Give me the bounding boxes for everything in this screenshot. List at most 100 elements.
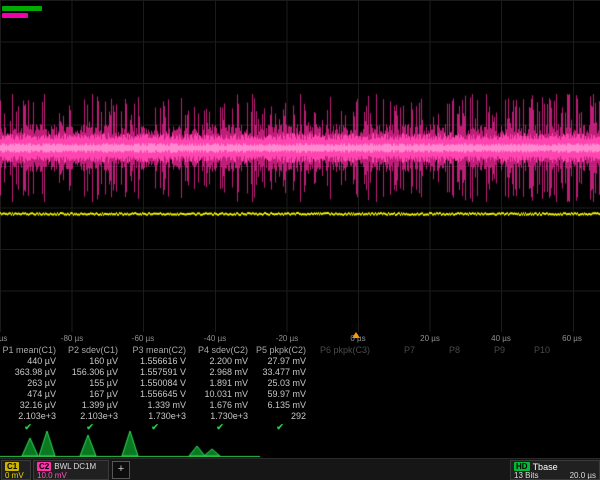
measure-header-cell[interactable]: P7 [376,345,421,356]
oscilloscope-screen: -100 µs -80 µs -60 µs -40 µs -20 µs 0 µs 20 µs… [0,0,600,480]
measure-value-cell [376,400,421,411]
measure-value-cell [421,356,466,367]
status-strip-green [2,6,42,11]
measure-header-cell[interactable]: P10 [511,345,556,356]
measure-value-cell: 33.477 mV [254,367,312,378]
time-label: -100 µs [0,334,7,343]
status-strip-magenta [2,13,28,18]
measure-header-cell[interactable]: P4 sdev(C2) [192,345,254,356]
time-label: -20 µs [276,334,298,343]
c2-chip: C2 [37,462,51,471]
channel-c1-descriptor[interactable]: C1 0 mV [1,460,31,480]
measure-value-cell [421,367,466,378]
add-trace-button[interactable]: + [112,461,130,479]
measure-value-cell: 2.103e+3 [62,411,124,422]
measure-value-cell: 25.03 mV [254,378,312,389]
time-label: -40 µs [204,334,226,343]
measure-row: 32.16 µV1.399 µV1.339 mV1.676 mV6.135 mV [0,400,600,411]
measure-value-cell [511,356,556,367]
measure-value-cell: 167 µV [62,389,124,400]
measure-value-cell: 27.97 mV [254,356,312,367]
timebase-bits: 13 Bits [514,471,538,480]
timebase-title-row: HD Tbase [514,462,596,471]
measure-value-cell [466,400,511,411]
measure-value-cell [511,389,556,400]
measure-value-cell [312,400,376,411]
measure-row: 2.103e+32.103e+31.730e+31.730e+3292 [0,411,600,422]
measure-header-row: P1 mean(C1)P2 sdev(C1)P3 mean(C2)P4 sdev… [0,345,600,356]
measure-value-cell [376,356,421,367]
measure-value-cell: 363.98 µV [0,367,62,378]
c2-scale: 10.0 mV [37,471,105,480]
measure-value-cell: 156.306 µV [62,367,124,378]
timebase-descriptor[interactable]: HD Tbase 13 Bits 20.0 µs [510,460,600,480]
measure-empty-cell [466,422,511,433]
measure-header-cell[interactable]: P3 mean(C2) [124,345,192,356]
measurement-table: P1 mean(C1)P2 sdev(C1)P3 mean(C2)P4 sdev… [0,345,600,433]
measure-rows: 440 µV160 µV1.556616 V2.200 mV27.97 mV36… [0,356,600,422]
measure-value-cell: 160 µV [62,356,124,367]
time-label: -80 µs [61,334,83,343]
measure-row: 474 µV167 µV1.556645 V10.031 mV59.97 mV [0,389,600,400]
measure-value-cell [376,378,421,389]
channel-c2-descriptor[interactable]: C2 BWL DC1M 10.0 mV [33,460,109,480]
time-label: 0 µs [350,334,365,343]
measure-value-cell: 2.200 mV [192,356,254,367]
measure-value-cell [511,400,556,411]
measure-header-cell[interactable]: P2 sdev(C1) [62,345,124,356]
measure-value-cell: 2.968 mV [192,367,254,378]
measure-value-cell [421,400,466,411]
measure-value-cell [466,389,511,400]
measure-value-cell [312,367,376,378]
timebase-detail-row: 13 Bits 20.0 µs [514,471,596,480]
c2-coupling-label: BWL DC1M [54,462,96,471]
c1-chip: C1 [5,462,19,471]
measure-empty-cell [376,422,421,433]
timebase-scale: 20.0 µs [570,471,596,480]
waveform-grid [0,0,600,332]
measure-value-cell [421,411,466,422]
time-label: -60 µs [132,334,154,343]
measure-header-cell[interactable]: P1 mean(C1) [0,345,62,356]
measure-row: 440 µV160 µV1.556616 V2.200 mV27.97 mV [0,356,600,367]
measure-value-cell: 1.339 mV [124,400,192,411]
measure-value-cell: 474 µV [0,389,62,400]
c1-row: C1 [5,462,27,471]
measure-value-cell: 1.556616 V [124,356,192,367]
time-label: 20 µs [420,334,440,343]
measure-value-cell [312,378,376,389]
measure-header-cell[interactable]: P9 [466,345,511,356]
measure-value-cell [466,378,511,389]
measure-value-cell: 1.550084 V [124,378,192,389]
measure-empty-cell [421,422,466,433]
measure-empty-cell [511,422,556,433]
measure-value-cell: 10.031 mV [192,389,254,400]
measure-value-cell: 440 µV [0,356,62,367]
measure-value-cell: 1.891 mV [192,378,254,389]
measure-header-cell[interactable]: P6 pkpk(C3) [312,345,376,356]
bottom-bar: C1 0 mV C2 BWL DC1M 10.0 mV + HD Tbase 1… [0,458,600,480]
measure-empty-cell [312,422,376,433]
waveform-canvas [0,0,600,332]
time-label: 60 µs [562,334,582,343]
measure-value-cell: 59.97 mV [254,389,312,400]
measure-value-cell: 6.135 mV [254,400,312,411]
measure-value-cell [511,411,556,422]
c1-scale: 0 mV [5,471,27,480]
measure-value-cell: 263 µV [0,378,62,389]
time-label: 40 µs [491,334,511,343]
measure-value-cell [376,367,421,378]
measure-header-cell[interactable]: P8 [421,345,466,356]
measure-value-cell [421,389,466,400]
measure-value-cell: 292 [254,411,312,422]
measure-value-cell: 1.557591 V [124,367,192,378]
measure-value-cell [376,389,421,400]
measure-value-cell [511,367,556,378]
measure-value-cell: 1.399 µV [62,400,124,411]
measure-value-cell: 1.556645 V [124,389,192,400]
measure-value-cell [421,378,466,389]
measure-header-cell[interactable]: P5 pkpk(C2) [254,345,312,356]
timebase-title: Tbase [533,462,558,472]
measure-value-cell: 2.103e+3 [0,411,62,422]
measure-value-cell [466,411,511,422]
